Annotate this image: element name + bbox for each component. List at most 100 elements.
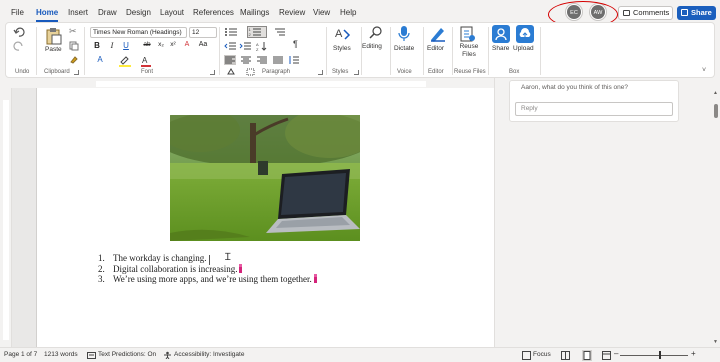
zoom-in-icon[interactable]: + xyxy=(691,349,696,358)
list-item-text[interactable]: We’re using more apps, and we’re using t… xyxy=(113,274,312,284)
tab-review[interactable]: Review xyxy=(279,8,305,17)
comments-button[interactable]: Comments xyxy=(618,6,673,20)
print-layout-icon[interactable] xyxy=(582,350,592,361)
reuse-files-label[interactable]: Reuse Files xyxy=(456,43,482,59)
web-layout-icon[interactable] xyxy=(602,351,611,360)
tab-mailings[interactable]: Mailings xyxy=(240,8,269,17)
undo-icon[interactable] xyxy=(13,27,25,37)
strikethrough-icon[interactable]: ab xyxy=(142,41,152,48)
editing-label[interactable]: Editing xyxy=(362,43,382,50)
word-count[interactable]: 1213 words xyxy=(44,351,78,358)
focus-label[interactable]: Focus xyxy=(533,351,551,358)
increase-indent-icon[interactable] xyxy=(239,41,251,51)
ribbon: Undo Paste ✂ Clipboard Times New Roman (… xyxy=(5,22,715,78)
scroll-down-icon[interactable]: ▼ xyxy=(713,339,718,345)
scrollbar[interactable] xyxy=(714,90,718,340)
tab-draw[interactable]: Draw xyxy=(98,8,117,17)
font-name-select[interactable]: Times New Roman (Headings) xyxy=(90,27,187,38)
page-count[interactable]: Page 1 of 7 xyxy=(4,351,37,358)
horizontal-ruler[interactable] xyxy=(36,80,494,88)
styles-launcher-icon[interactable] xyxy=(354,70,359,75)
tab-home[interactable]: Home xyxy=(36,8,58,17)
format-painter-icon[interactable] xyxy=(69,54,79,64)
bold-icon[interactable]: B xyxy=(92,41,102,50)
comment-flag-icon[interactable] xyxy=(239,263,243,273)
tab-file[interactable]: File xyxy=(11,8,24,17)
font-color-icon[interactable]: A xyxy=(140,55,152,67)
comment-flag-icon[interactable] xyxy=(313,274,317,283)
tab-layout[interactable]: Layout xyxy=(160,8,184,17)
clipboard-launcher-icon[interactable] xyxy=(74,70,79,75)
list-item[interactable]: 1. The workday is changing. xyxy=(98,253,317,264)
numbering-icon[interactable]: 12 xyxy=(247,26,267,38)
tab-insert[interactable]: Insert xyxy=(68,8,88,17)
reuse-files-icon[interactable] xyxy=(459,25,477,43)
upload-icon[interactable] xyxy=(516,25,534,43)
divider xyxy=(219,27,220,75)
clear-formatting-icon[interactable]: A xyxy=(182,41,192,48)
change-case-icon[interactable]: Aa xyxy=(198,41,208,48)
tab-references[interactable]: References xyxy=(193,8,234,17)
text-predictions-status[interactable]: Text Predictions: On xyxy=(98,351,156,358)
share-button[interactable]: Share xyxy=(677,6,716,20)
editor-icon[interactable] xyxy=(429,25,447,43)
tab-design[interactable]: Design xyxy=(126,8,151,17)
zoom-slider[interactable] xyxy=(620,355,688,356)
search-icon[interactable] xyxy=(369,26,383,40)
read-mode-icon[interactable] xyxy=(561,351,570,360)
superscript-icon[interactable]: x² xyxy=(168,41,178,48)
borders-icon[interactable] xyxy=(246,68,258,76)
subscript-icon[interactable]: x₂ xyxy=(156,41,166,48)
collapse-ribbon-icon[interactable]: ˅ xyxy=(702,67,706,74)
list-item[interactable]: 2. Digital collaboration is increasing. xyxy=(98,263,317,275)
accessibility-status[interactable]: Accessibility: Investigate xyxy=(174,351,244,358)
italic-icon[interactable]: I xyxy=(107,41,117,50)
align-right-icon[interactable] xyxy=(256,55,268,65)
redo-icon[interactable] xyxy=(13,41,25,51)
ruler-text-area xyxy=(96,81,426,87)
document-image[interactable] xyxy=(170,115,360,241)
copy-icon[interactable] xyxy=(69,41,79,51)
styles-icon[interactable]: A xyxy=(334,26,352,44)
line-spacing-icon[interactable] xyxy=(288,55,300,65)
dictate-label[interactable]: Dictate xyxy=(394,45,414,52)
editor-label[interactable]: Editor xyxy=(427,45,444,52)
box-share-icon[interactable] xyxy=(492,25,510,43)
justify-icon[interactable] xyxy=(272,55,284,65)
zoom-out-icon[interactable]: – xyxy=(614,349,618,358)
align-center-icon[interactable] xyxy=(240,55,252,65)
group-label-styles: Styles xyxy=(332,69,349,75)
text-effects-icon[interactable]: A xyxy=(94,55,106,64)
list-item-text[interactable]: Digital collaboration is increasing. xyxy=(113,264,237,274)
tab-view[interactable]: View xyxy=(313,8,330,17)
paste-icon[interactable] xyxy=(46,27,62,45)
upload-label[interactable]: Upload xyxy=(513,45,534,52)
sort-icon[interactable]: AZ xyxy=(256,41,268,51)
multilevel-list-icon[interactable] xyxy=(272,27,286,37)
font-launcher-icon[interactable] xyxy=(210,70,215,75)
bullets-icon[interactable] xyxy=(224,27,238,37)
focus-icon[interactable] xyxy=(522,351,531,360)
highlight-icon[interactable] xyxy=(118,55,132,67)
list-item[interactable]: 3. We’re using more apps, and we’re using… xyxy=(98,274,317,285)
cut-icon[interactable]: ✂ xyxy=(69,26,77,37)
list-number: 2. xyxy=(98,263,105,274)
zoom-slider-thumb[interactable] xyxy=(659,351,661,359)
numbered-list[interactable]: 1. The workday is changing. 2. Digital col… xyxy=(98,253,317,285)
align-left-icon[interactable] xyxy=(224,55,236,65)
shading-icon[interactable] xyxy=(226,68,238,76)
box-share-label[interactable]: Share xyxy=(492,45,509,52)
font-size-select[interactable]: 12 xyxy=(189,27,217,38)
ibeam-cursor-icon: Ɪ xyxy=(225,252,231,263)
scrollbar-thumb[interactable] xyxy=(714,104,718,118)
reply-input[interactable]: Reply xyxy=(515,102,673,116)
tab-help[interactable]: Help xyxy=(340,8,356,17)
list-item-text[interactable]: The workday is changing. xyxy=(113,253,206,263)
underline-icon[interactable]: U xyxy=(121,41,131,50)
svg-text:A: A xyxy=(335,28,343,40)
microphone-icon[interactable] xyxy=(398,25,410,43)
vertical-ruler[interactable] xyxy=(0,88,12,347)
decrease-indent-icon[interactable] xyxy=(224,41,236,51)
paragraph-launcher-icon[interactable] xyxy=(318,70,323,75)
show-formatting-marks-icon[interactable]: ¶ xyxy=(293,39,298,49)
